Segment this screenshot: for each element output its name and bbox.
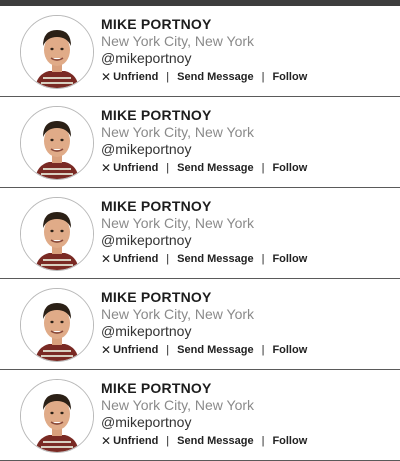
close-icon: ✕ (101, 161, 112, 175)
unfriend-label: Unfriend (113, 71, 159, 83)
unfriend-label: Unfriend (113, 344, 159, 356)
action-separator: | (166, 435, 170, 447)
friend-actions: ✕ Unfriend | Send Message | Follow (101, 161, 307, 175)
close-icon: ✕ (101, 70, 112, 84)
friend-name[interactable]: MIKE PORTNOY (101, 107, 212, 123)
send-message-button[interactable]: Send Message (177, 435, 253, 447)
unfriend-button[interactable]: ✕ Unfriend (101, 252, 158, 266)
send-message-button[interactable]: Send Message (177, 253, 253, 265)
action-separator: | (166, 162, 170, 174)
friend-name[interactable]: MIKE PORTNOY (101, 198, 212, 214)
action-separator: | (261, 253, 265, 265)
friend-card: MIKE PORTNOY New York City, New York @mi… (0, 370, 400, 461)
follow-button[interactable]: Follow (272, 253, 307, 265)
action-separator: | (261, 71, 265, 83)
friend-actions: ✕ Unfriend | Send Message | Follow (101, 252, 307, 266)
follow-button[interactable]: Follow (272, 344, 307, 356)
friend-handle[interactable]: @mikeportnoy (101, 414, 191, 430)
friend-handle[interactable]: @mikeportnoy (101, 323, 191, 339)
action-separator: | (166, 71, 170, 83)
follow-button[interactable]: Follow (272, 71, 307, 83)
friend-actions: ✕ Unfriend | Send Message | Follow (101, 70, 307, 84)
unfriend-button[interactable]: ✕ Unfriend (101, 343, 158, 357)
friend-handle[interactable]: @mikeportnoy (101, 141, 191, 157)
avatar[interactable] (20, 379, 94, 453)
user-photo-icon (21, 198, 93, 270)
unfriend-label: Unfriend (113, 253, 159, 265)
follow-button[interactable]: Follow (272, 162, 307, 174)
avatar[interactable] (20, 288, 94, 362)
friend-actions: ✕ Unfriend | Send Message | Follow (101, 343, 307, 357)
unfriend-button[interactable]: ✕ Unfriend (101, 434, 158, 448)
unfriend-button[interactable]: ✕ Unfriend (101, 70, 158, 84)
avatar[interactable] (20, 15, 94, 89)
avatar[interactable] (20, 106, 94, 180)
friend-handle[interactable]: @mikeportnoy (101, 50, 191, 66)
action-separator: | (261, 435, 265, 447)
action-separator: | (166, 344, 170, 356)
friend-name[interactable]: MIKE PORTNOY (101, 380, 212, 396)
friend-location: New York City, New York (101, 397, 255, 413)
friend-name[interactable]: MIKE PORTNOY (101, 289, 212, 305)
friend-location: New York City, New York (101, 306, 255, 322)
friends-list: MIKE PORTNOY New York City, New York @mi… (0, 6, 400, 461)
friend-location: New York City, New York (101, 33, 255, 49)
send-message-button[interactable]: Send Message (177, 162, 253, 174)
user-photo-icon (21, 16, 93, 88)
friend-card: MIKE PORTNOY New York City, New York @mi… (0, 279, 400, 370)
unfriend-label: Unfriend (113, 435, 159, 447)
send-message-button[interactable]: Send Message (177, 344, 253, 356)
friend-location: New York City, New York (101, 215, 255, 231)
friend-card: MIKE PORTNOY New York City, New York @mi… (0, 97, 400, 188)
unfriend-button[interactable]: ✕ Unfriend (101, 161, 158, 175)
send-message-button[interactable]: Send Message (177, 71, 253, 83)
action-separator: | (166, 253, 170, 265)
action-separator: | (261, 162, 265, 174)
close-icon: ✕ (101, 343, 112, 357)
unfriend-label: Unfriend (113, 162, 159, 174)
avatar[interactable] (20, 197, 94, 271)
action-separator: | (261, 344, 265, 356)
friend-card: MIKE PORTNOY New York City, New York @mi… (0, 188, 400, 279)
close-icon: ✕ (101, 434, 112, 448)
user-photo-icon (21, 289, 93, 361)
follow-button[interactable]: Follow (272, 435, 307, 447)
friend-handle[interactable]: @mikeportnoy (101, 232, 191, 248)
friend-actions: ✕ Unfriend | Send Message | Follow (101, 434, 307, 448)
friend-location: New York City, New York (101, 124, 255, 140)
close-icon: ✕ (101, 252, 112, 266)
friend-card: MIKE PORTNOY New York City, New York @mi… (0, 6, 400, 97)
user-photo-icon (21, 107, 93, 179)
user-photo-icon (21, 380, 93, 452)
friend-name[interactable]: MIKE PORTNOY (101, 16, 212, 32)
